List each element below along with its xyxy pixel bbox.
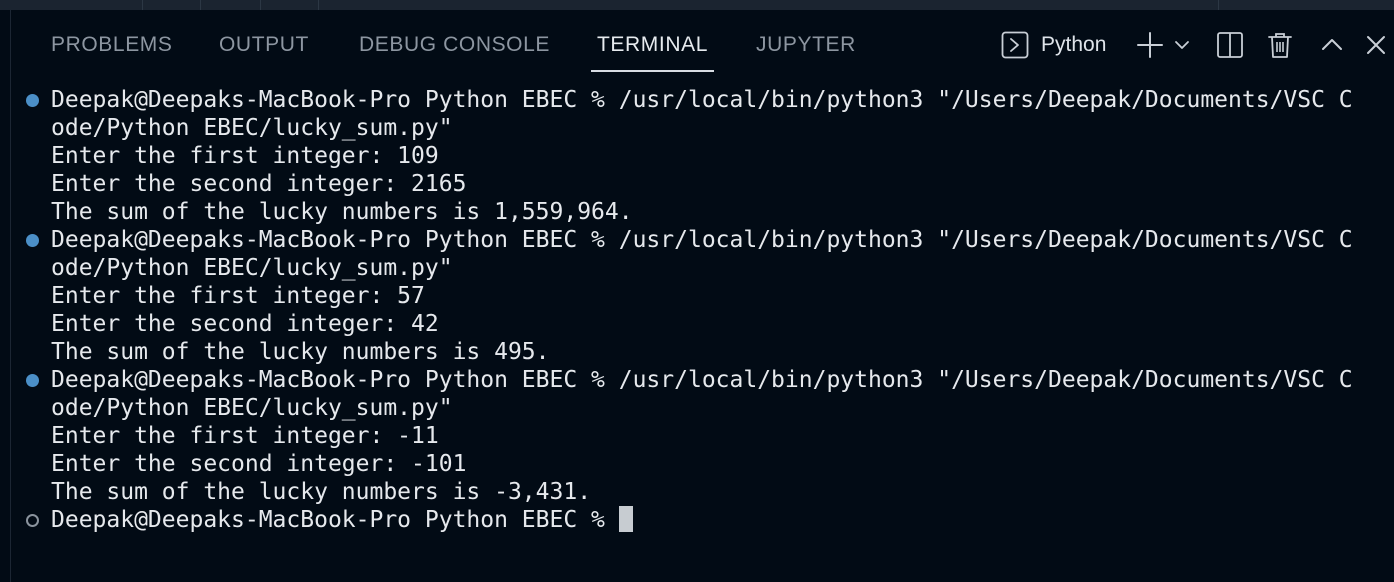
terminal-icon [1001, 31, 1029, 59]
tab-terminal-label: TERMINAL [597, 33, 708, 56]
split-terminal-button[interactable] [1215, 28, 1245, 62]
terminal-profile-button[interactable]: Python [1001, 28, 1106, 62]
terminal-prompt-line[interactable]: Deepak@Deepaks-MacBook-Pro Python EBEC % [51, 506, 633, 534]
strip-divider [200, 0, 201, 10]
terminal-line: Deepak@Deepaks-MacBook-Pro Python EBEC %… [51, 87, 1353, 113]
chevron-up-icon [1322, 39, 1342, 50]
active-tab-indicator [591, 70, 714, 72]
close-icon [1367, 36, 1385, 54]
terminal-line: The sum of the lucky numbers is 495. [51, 339, 550, 365]
terminal-profile-label: Python [1041, 33, 1107, 56]
kill-terminal-button[interactable] [1265, 28, 1295, 62]
tab-jupyter[interactable]: JUPYTER [756, 30, 856, 72]
terminal-dropdown-button[interactable] [1171, 28, 1193, 62]
tab-output[interactable]: OUTPUT [219, 30, 309, 72]
tab-terminal[interactable]: TERMINAL [591, 30, 714, 72]
terminal-line: Enter the second integer: -101 [51, 451, 467, 477]
strip-divider [318, 0, 319, 10]
split-icon [1217, 32, 1243, 58]
chevron-down-icon [1175, 41, 1189, 49]
command-success-marker[interactable] [26, 94, 39, 107]
trash-icon [1268, 33, 1292, 58]
command-pending-marker[interactable] [26, 514, 39, 527]
close-panel-button[interactable] [1361, 28, 1391, 62]
terminal-line: The sum of the lucky numbers is 1,559,96… [51, 199, 633, 225]
strip-divider [1218, 0, 1219, 10]
bottom-panel: PROBLEMS OUTPUT DEBUG CONSOLE TERMINAL J… [10, 10, 1394, 582]
plus-icon [1137, 32, 1163, 58]
terminal-line: ode/Python EBEC/lucky_sum.py" [51, 115, 453, 141]
terminal-line: Enter the first integer: -11 [51, 423, 439, 449]
terminal-line: Deepak@Deepaks-MacBook-Pro Python EBEC %… [51, 227, 1353, 253]
terminal-line: The sum of the lucky numbers is -3,431. [51, 479, 592, 505]
new-terminal-button[interactable] [1135, 28, 1165, 62]
terminal-line: Enter the first integer: 57 [51, 283, 425, 309]
terminal-cursor [618, 506, 633, 532]
terminal-line: ode/Python EBEC/lucky_sum.py" [51, 255, 453, 281]
terminal-output[interactable]: Deepak@Deepaks-MacBook-Pro Python EBEC %… [11, 86, 1394, 582]
terminal-line: Enter the second integer: 42 [51, 311, 439, 337]
strip-divider [260, 0, 261, 10]
terminal-line: ode/Python EBEC/lucky_sum.py" [51, 395, 453, 421]
terminal-prompt: Deepak@Deepaks-MacBook-Pro Python EBEC % [51, 507, 605, 533]
terminal-line: Deepak@Deepaks-MacBook-Pro Python EBEC %… [51, 367, 1353, 393]
strip-divider [142, 0, 143, 10]
terminal-line: Enter the first integer: 109 [51, 143, 439, 169]
tab-problems[interactable]: PROBLEMS [51, 30, 173, 72]
title-strip [0, 0, 1394, 10]
command-success-marker[interactable] [26, 374, 39, 387]
panel-tabbar: PROBLEMS OUTPUT DEBUG CONSOLE TERMINAL J… [11, 10, 1394, 74]
maximize-panel-button[interactable] [1317, 28, 1347, 62]
command-success-marker[interactable] [26, 234, 39, 247]
tab-debug-console[interactable]: DEBUG CONSOLE [359, 30, 550, 72]
terminal-line: Enter the second integer: 2165 [51, 171, 467, 197]
